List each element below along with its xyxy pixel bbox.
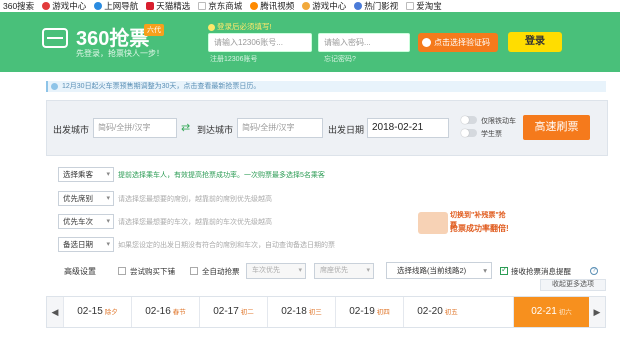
train-hint: 请选择您最想要的车次，越靠前的车次优先级越高	[118, 219, 272, 226]
toggle-student[interactable]	[461, 129, 477, 137]
date-label: 出发日期	[328, 125, 365, 135]
toggle-high-speed[interactable]	[461, 116, 477, 124]
login-tip: 登录后必须填写!	[208, 21, 272, 32]
bookmark-360-search[interactable]: 360搜索	[3, 0, 34, 12]
register-link[interactable]: 注册12306账号	[210, 54, 257, 64]
bookmark-tmall[interactable]: 天猫精选	[146, 0, 190, 12]
select-seat-priority[interactable]: 优先席别	[58, 191, 114, 206]
seat-hint: 请选择您最想要的席别，越靠前的席别优先级越高	[118, 196, 272, 203]
slogan: 先登录，抢票快人一步！	[76, 49, 164, 58]
select-passenger[interactable]: 选择乘客	[58, 167, 114, 182]
date-tab-active[interactable]: 02-21 初六	[513, 297, 589, 327]
bookmark-game-center-2[interactable]: 游戏中心	[302, 0, 346, 12]
date-tab[interactable]: 02-18 初三	[267, 297, 335, 327]
play-icon	[354, 2, 363, 10]
logo-text: 360抢票	[76, 28, 150, 50]
next-date-icon[interactable]: ▶	[589, 297, 605, 327]
bookmarks-bar: 360搜索 游戏中心 上网导航 天猫精选 京东商城 腾讯视频 游戏中心 热门影视…	[0, 0, 620, 12]
bookmark-jd[interactable]: 京东商城	[198, 0, 242, 12]
game-icon	[302, 2, 311, 10]
version-badge: 六代	[144, 24, 164, 36]
captcha-icon	[422, 38, 431, 47]
date-tab[interactable]: 02-19 初四	[335, 297, 403, 327]
bookmark-hot-movies[interactable]: 热门影视	[354, 0, 398, 12]
forgot-password-link[interactable]: 忘记密码?	[324, 54, 356, 64]
ticket-illustration-icon	[418, 212, 448, 234]
info-icon	[51, 83, 58, 90]
bookmark-tencent-video[interactable]: 腾讯视频	[250, 0, 294, 12]
select-train-priority[interactable]: 优先车次	[58, 214, 114, 229]
video-icon	[250, 2, 259, 10]
toggle-high-speed-label: 仅限铁动车	[481, 118, 516, 125]
date-selector: ◀ 02-15 除夕 02-16 春节 02-17 初二 02-18 初三 02-19 初…	[46, 296, 606, 328]
prev-date-icon[interactable]: ◀	[47, 297, 63, 327]
username-input[interactable]: 请输入12306账号...	[208, 33, 312, 52]
globe-icon	[94, 2, 103, 10]
to-city-input[interactable]: 简码/全拼/汉字	[237, 118, 323, 138]
backup-date-hint: 如果您设定的出发日期没有符合的席别和车次，自动查询备选日期的票	[118, 242, 335, 249]
bookmark-game-center[interactable]: 游戏中心	[42, 0, 86, 12]
train-icon	[42, 28, 68, 48]
password-input[interactable]: 请输入密码...	[318, 33, 410, 52]
toggle-student-label: 学生票	[481, 131, 502, 138]
promo-banner[interactable]: 切换到"补残票"抢票 抢票成功率翻倍!	[418, 198, 510, 248]
page-icon	[406, 2, 415, 10]
help-icon[interactable]: ?	[590, 267, 598, 275]
tmall-icon	[146, 2, 155, 10]
lower-berth-label: 尝试购买下铺	[130, 267, 175, 276]
notify-label: 接收抢票消息提醒	[511, 267, 571, 276]
bookmark-ai-taobao[interactable]: 爱淘宝	[406, 0, 442, 12]
from-label: 出发城市	[53, 125, 90, 135]
advanced-label: 高级设置	[64, 267, 96, 276]
train-priority-select[interactable]: 车次优先	[246, 263, 306, 279]
promo-line-2: 抢票成功率翻倍!	[450, 224, 509, 233]
passenger-hint: 提前选择乘车人，有效提高抢票成功率。一次购票最多选择5名乘客	[118, 172, 325, 179]
collapse-options-button[interactable]: 收起更多选项	[540, 279, 606, 291]
bookmark-web-nav[interactable]: 上网导航	[94, 0, 138, 12]
page-icon	[198, 2, 207, 10]
route-select[interactable]: 选择线路(当前线路2)	[386, 262, 492, 279]
swap-icon[interactable]: ⇄	[181, 122, 193, 134]
date-tab[interactable]: 02-20 初五	[403, 297, 471, 327]
login-button[interactable]: 登录	[508, 32, 562, 52]
seat-priority-select[interactable]: 席座优先	[314, 263, 374, 279]
captcha-button[interactable]: 点击选择验证码	[418, 33, 498, 52]
auto-grab-checkbox[interactable]	[190, 267, 198, 275]
from-city-input[interactable]: 简码/全拼/汉字	[93, 118, 177, 138]
to-label: 到达城市	[197, 125, 234, 135]
site-header: 360抢票 六代 先登录，抢票快人一步！ 登录后必须填写! 请输入12306账号…	[0, 12, 620, 72]
logo[interactable]: 360抢票 六代 先登录，抢票快人一步！	[42, 22, 182, 62]
date-tab[interactable]: 02-16 春节	[131, 297, 199, 327]
game-icon	[42, 2, 51, 10]
lower-berth-checkbox[interactable]	[118, 267, 126, 275]
date-tab[interactable]: 02-15 除夕	[63, 297, 131, 327]
notice-banner[interactable]: 12月30日起火车票预售期调整为30天，点击查看最新抢票日历。	[46, 81, 606, 92]
select-backup-date[interactable]: 备选日期	[58, 237, 114, 252]
search-button[interactable]: 高速刷票	[523, 115, 590, 140]
auto-grab-label: 全自动抢票	[202, 267, 240, 276]
date-input[interactable]: 2018-02-21	[367, 118, 449, 138]
warning-icon	[208, 23, 215, 31]
search-panel: 出发城市 简码/全拼/汉字 ⇄ 到达城市 简码/全拼/汉字 出发日期 2018-…	[46, 100, 608, 156]
notify-checkbox[interactable]	[500, 265, 508, 275]
date-tab[interactable]: 02-17 初二	[199, 297, 267, 327]
